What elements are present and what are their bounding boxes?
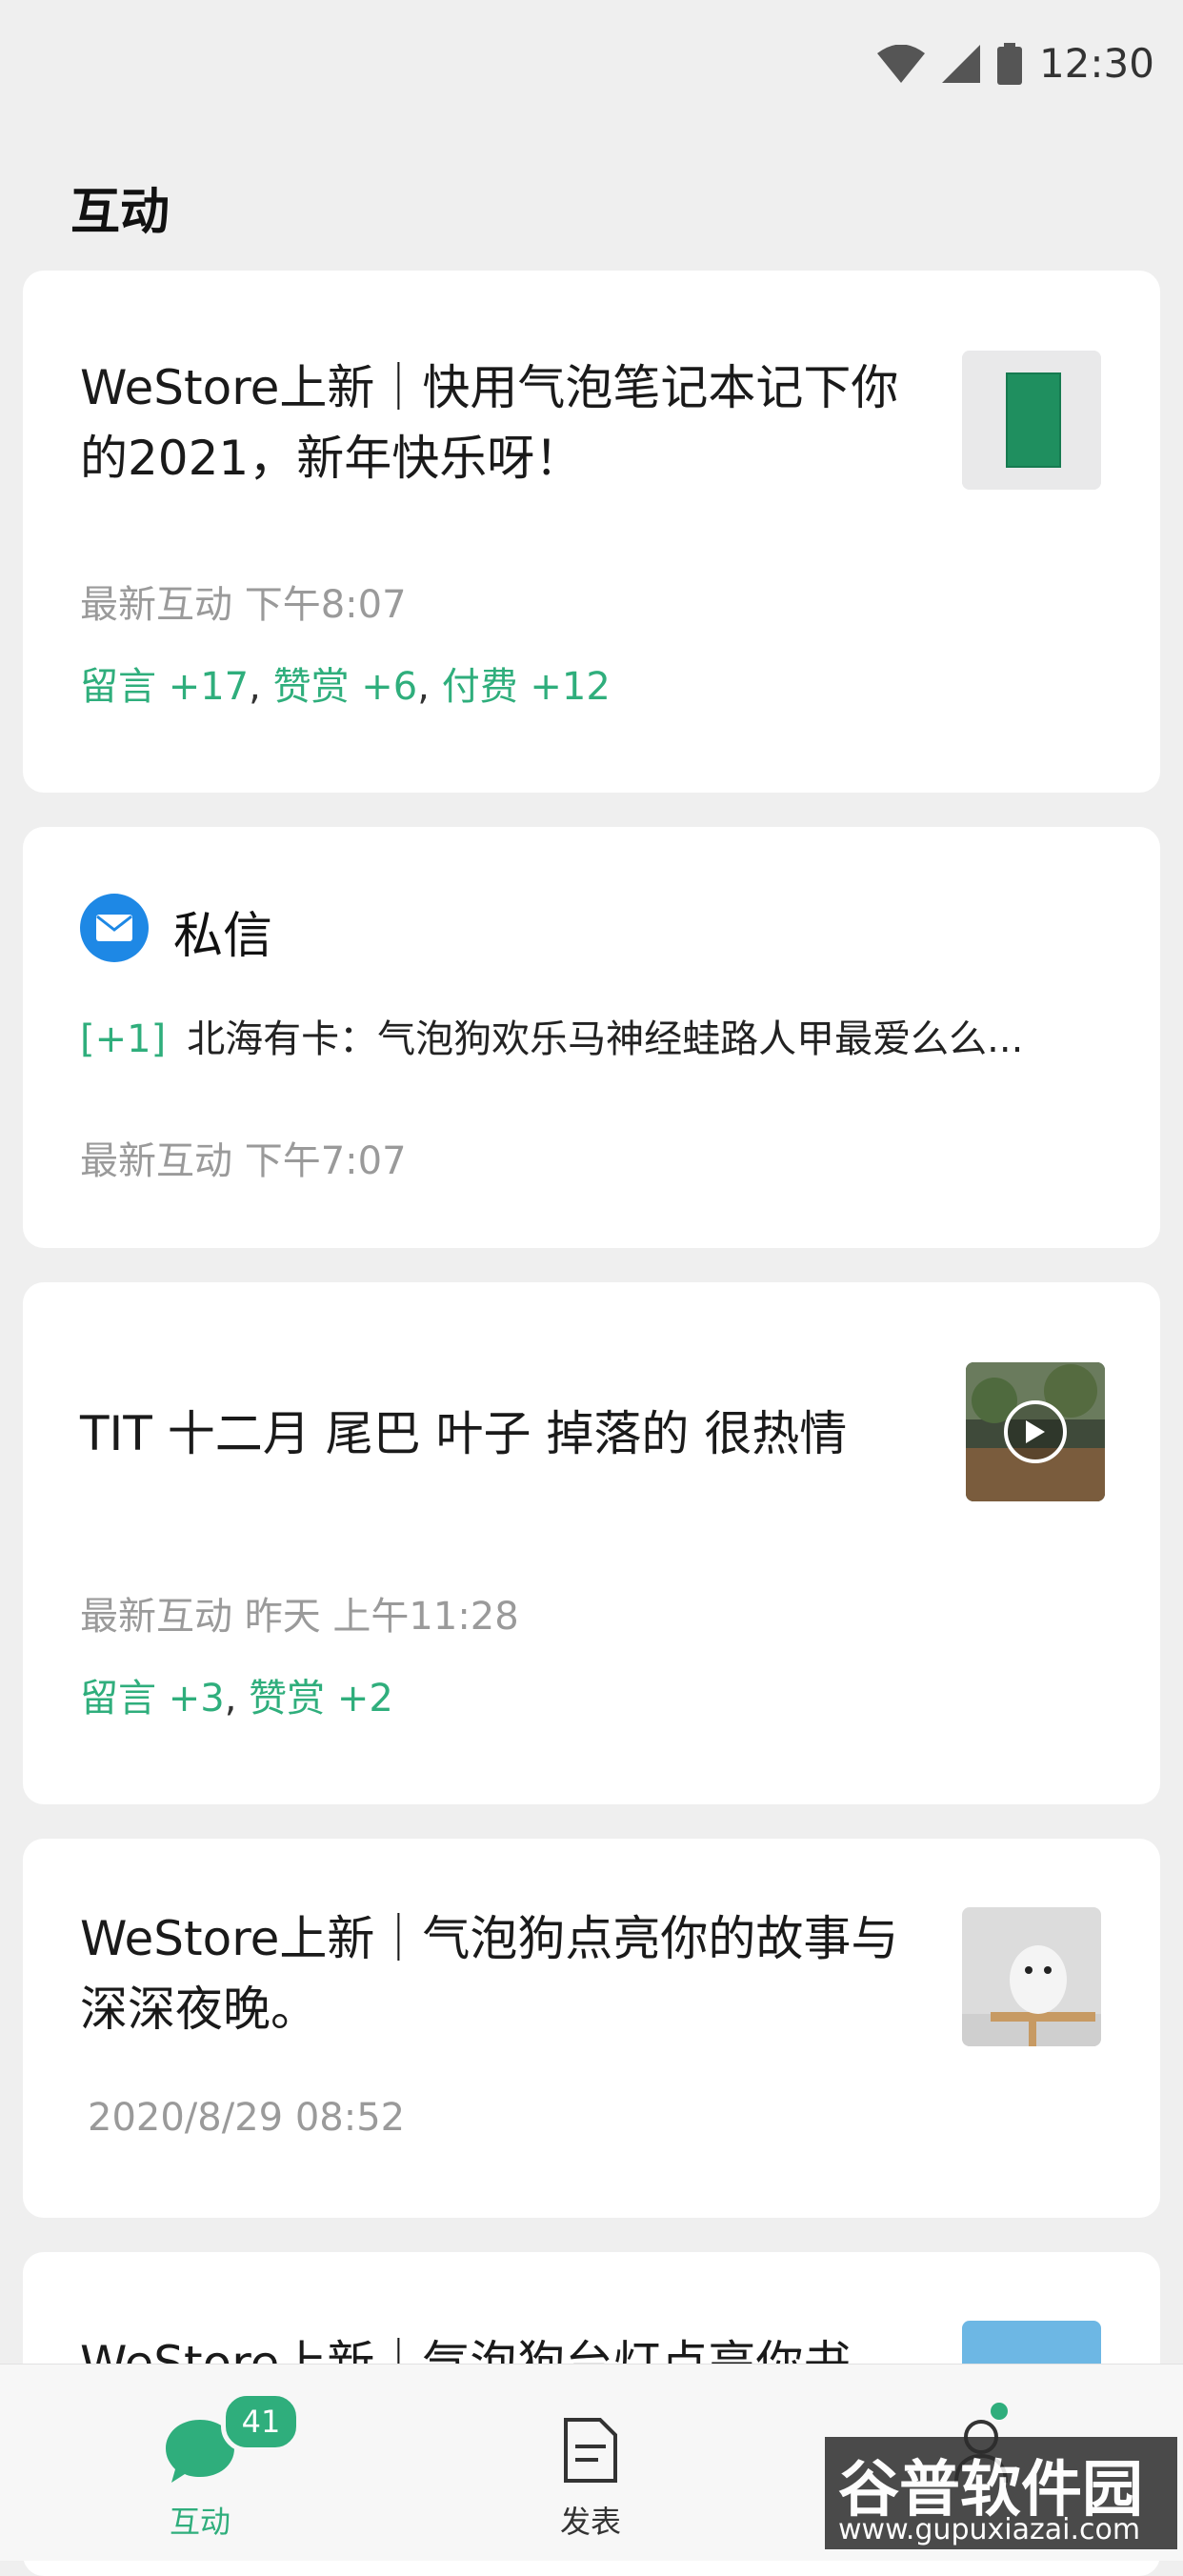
tab-label: 互动 (169, 2504, 231, 2540)
watermark: 谷普软件园 www.gupuxiazai.com (825, 2437, 1177, 2549)
article-thumbnail (962, 1907, 1101, 2046)
battery-icon (996, 42, 1022, 85)
comment-count: 留言 +17 (80, 665, 250, 709)
article-card[interactable]: TIT 十二月 尾巴 叶子 掉落的 很热情 最新互动 昨天 上午11:28 留言… (23, 1282, 1160, 1804)
article-card[interactable]: WeStore上新｜快用气泡笔记本记下你的2021，新年快乐呀！ 最新互动 下午… (23, 271, 1160, 793)
article-title: TIT 十二月 尾巴 叶子 掉落的 很热情 (80, 1406, 848, 1461)
status-icons: 12:30 (876, 40, 1154, 87)
reward-count: 赞赏 +6 (272, 665, 418, 709)
unread-badge: 41 (221, 2391, 301, 2452)
notification-dot (991, 2403, 1008, 2420)
reward-count: 赞赏 +2 (249, 1677, 393, 1721)
status-bar: 12:30 (0, 0, 1183, 124)
comment-count: 留言 +3 (80, 1677, 225, 1721)
stats-separator: , (224, 1677, 237, 1721)
paid-count: 付费 +12 (441, 665, 611, 709)
published-date: 2020/8/29 08:52 (88, 2096, 406, 2140)
dm-preview-text: 北海有卡：气泡狗欢乐马神经蛙路人甲最爱么么... (187, 1017, 1024, 1061)
stats-separator: , (249, 665, 261, 709)
document-icon (564, 2418, 617, 2483)
dm-unread-count: [+1] (80, 1017, 167, 1061)
mail-icon (80, 894, 149, 962)
dm-preview: [+1] 北海有卡：气泡狗欢乐马神经蛙路人甲最爱么么... (80, 1008, 1109, 1063)
article-thumbnail (962, 351, 1101, 490)
article-title: WeStore上新｜气泡狗点亮你的故事与深深夜晚。 (80, 1911, 899, 2037)
direct-message-card[interactable]: 私信 [+1] 北海有卡：气泡狗欢乐马神经蛙路人甲最爱么么... 最新互动 下午7… (23, 827, 1160, 1248)
bottom-tab-bar: 41 互动 发表 谷普软件园 www.gupuxiazai.com (0, 2364, 1183, 2561)
signal-icon (941, 44, 980, 83)
page-title: 互动 (70, 184, 170, 241)
play-icon[interactable] (1004, 1400, 1067, 1463)
dm-title: 私信 (173, 908, 273, 965)
tab-interaction[interactable]: 41 互动 (57, 2365, 343, 2561)
notebook-image (962, 351, 1101, 490)
latest-interaction-time: 最新互动 昨天 上午11:28 (80, 1595, 519, 1639)
article-title: WeStore上新｜快用气泡笔记本记下你的2021，新年快乐呀！ (80, 360, 899, 486)
interaction-stats: 留言 +3, 赞赏 +2 (80, 1667, 393, 1722)
latest-interaction-time: 最新互动 下午8:07 (80, 583, 407, 627)
interaction-stats: 留言 +17, 赞赏 +6, 付费 +12 (80, 655, 611, 711)
tab-publish[interactable]: 发表 (448, 2365, 733, 2561)
tab-label: 发表 (559, 2504, 621, 2540)
wifi-icon (876, 44, 925, 83)
dm-latest-time: 最新互动 下午7:07 (80, 1139, 407, 1183)
status-time: 12:30 (1038, 40, 1154, 87)
stats-separator: , (417, 665, 430, 709)
watermark-url: www.gupuxiazai.com (838, 2513, 1141, 2546)
article-card[interactable]: WeStore上新｜气泡狗点亮你的故事与深深夜晚。 2020/8/29 08:5… (23, 1839, 1160, 2218)
bubble-dog-image (962, 1907, 1101, 2046)
